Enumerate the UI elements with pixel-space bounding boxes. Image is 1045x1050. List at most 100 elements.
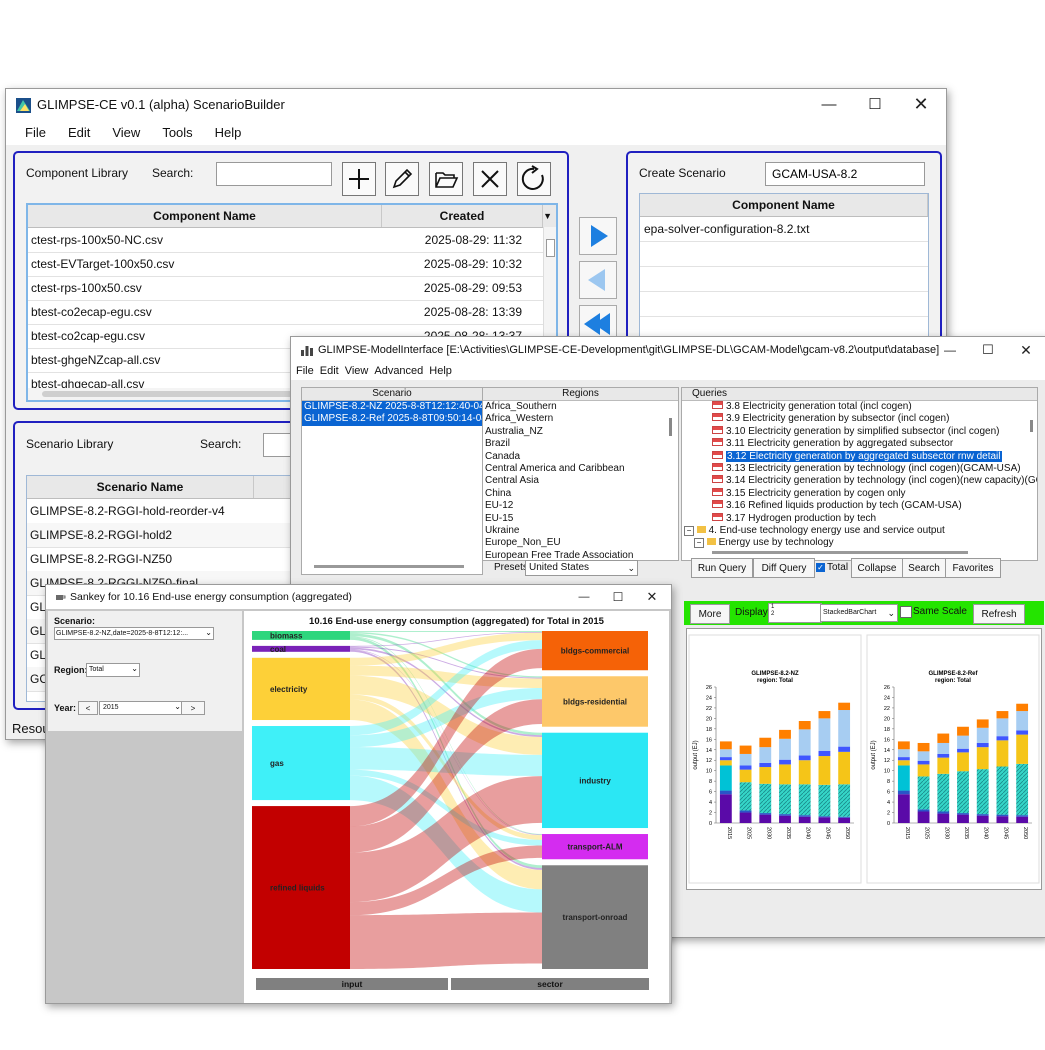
bar-segment xyxy=(996,736,1009,741)
queries-scrollbar[interactable] xyxy=(1030,420,1033,432)
bar-segment xyxy=(759,813,772,815)
remove-from-scenario-button[interactable] xyxy=(579,261,617,299)
minimize-button[interactable]: — xyxy=(567,585,601,609)
add-component-button[interactable] xyxy=(342,162,376,196)
bar-segment xyxy=(917,742,930,752)
list-item[interactable]: Canada xyxy=(485,451,678,463)
query-subfolder[interactable]: − Energy use by technology xyxy=(682,537,1037,549)
close-button[interactable]: ✕ xyxy=(898,89,944,119)
same-scale-checkbox[interactable] xyxy=(900,606,912,618)
table-row[interactable]: ctest-rps-100x50.csv 2025-08-29: 09:53 xyxy=(28,276,544,301)
list-item[interactable]: China xyxy=(485,488,678,500)
list-item[interactable]: Central Asia xyxy=(485,475,678,487)
list-item[interactable]: EU-12 xyxy=(485,500,678,512)
model-title-bar[interactable]: GLIMPSE-ModelInterface [E:\Activities\GL… xyxy=(291,337,1045,363)
table-row[interactable]: ctest-rps-100x50-NC.csv 2025-08-29: 11:32 xyxy=(28,228,544,253)
scenario-list-hscroll[interactable] xyxy=(314,565,464,568)
column-component-name[interactable]: Component Name xyxy=(28,205,382,227)
collapse-icon[interactable]: − xyxy=(684,525,694,536)
maximize-button[interactable]: ☐ xyxy=(852,89,898,119)
refresh-component-button[interactable] xyxy=(517,162,551,196)
menu-edit[interactable]: Edit xyxy=(317,363,342,380)
list-item[interactable]: Africa_Southern xyxy=(485,401,678,413)
chart-type-dropdown[interactable]: StackedBarChart ⌄ xyxy=(820,604,898,622)
menu-help[interactable]: Help xyxy=(204,121,253,145)
display-label: Display xyxy=(735,607,768,618)
query-item[interactable]: 3.16 Refined liquids production by tech … xyxy=(682,500,1037,512)
refresh-button[interactable]: Refresh xyxy=(973,604,1025,624)
collapse-icon[interactable]: − xyxy=(694,538,704,549)
component-search-input[interactable] xyxy=(216,162,332,186)
table-row[interactable]: ctest-EVTarget-100x50.csv 2025-08-29: 10:… xyxy=(28,252,544,277)
presets-dropdown[interactable]: United States ⌄ xyxy=(525,560,638,576)
query-item[interactable]: 3.14 Electricity generation by technolog… xyxy=(682,475,1037,487)
list-item[interactable]: Ukraine xyxy=(485,525,678,537)
table-row[interactable]: epa-solver-configuration-8.2.txt xyxy=(640,217,928,242)
list-item[interactable]: GLIMPSE-8.2-NZ 2025-8-8T12:12:40-04:00 xyxy=(302,401,482,414)
next-year-button[interactable]: > xyxy=(181,701,205,715)
list-item[interactable]: GLIMPSE-8.2-Ref 2025-8-8T09:50:14-04:00 xyxy=(302,413,482,426)
delete-component-button[interactable] xyxy=(473,162,507,196)
year-dropdown[interactable]: 2015 ⌄ xyxy=(99,701,183,715)
search-button[interactable]: Search xyxy=(902,558,946,578)
query-item[interactable]: 3.12 Electricity generation by aggregate… xyxy=(682,450,1037,463)
close-button[interactable]: ✕ xyxy=(635,585,669,609)
add-to-scenario-button[interactable] xyxy=(579,217,617,255)
query-item[interactable]: 3.10 Electricity generation by simplifie… xyxy=(682,425,1037,438)
favorites-button[interactable]: Favorites xyxy=(945,558,1001,578)
table-row[interactable]: btest-co2ecap-egu.csv 2025-08-28: 13:39 xyxy=(28,300,544,325)
open-folder-button[interactable] xyxy=(429,162,463,196)
pencil-icon xyxy=(392,168,413,189)
list-item[interactable]: Central America and Caribbean xyxy=(485,463,678,475)
checkbox-checked-icon[interactable]: ✓ xyxy=(815,562,825,572)
minimize-button[interactable]: — xyxy=(806,89,852,119)
prev-year-button[interactable]: < xyxy=(78,701,98,715)
menu-edit[interactable]: Edit xyxy=(57,121,101,145)
column-created[interactable]: Created xyxy=(382,205,543,227)
bar-segment xyxy=(818,718,831,751)
query-item[interactable]: 3.8 Electricity generation total (incl c… xyxy=(682,401,1037,413)
maximize-button[interactable]: ☐ xyxy=(601,585,635,609)
bar-segment xyxy=(739,745,752,754)
query-item[interactable]: 3.15 Electricity generation by cogen onl… xyxy=(682,487,1037,500)
close-button[interactable]: ✕ xyxy=(1003,337,1045,363)
y-tick-label: 16 xyxy=(884,737,890,743)
queries-hscroll[interactable] xyxy=(712,551,968,554)
run-query-button[interactable]: Run Query xyxy=(691,558,753,578)
query-folder[interactable]: − 4. End-use technology energy use and s… xyxy=(682,525,1037,537)
list-item[interactable]: Europe_Non_EU xyxy=(485,537,678,549)
menu-tools[interactable]: Tools xyxy=(151,121,203,145)
more-button[interactable]: More xyxy=(690,604,730,624)
column-component-name-2[interactable]: Component Name xyxy=(640,194,928,216)
menu-view[interactable]: View xyxy=(342,363,372,380)
column-scenario-name[interactable]: Scenario Name xyxy=(27,476,254,498)
sort-down-icon[interactable]: ▼ xyxy=(543,211,552,221)
query-item[interactable]: 3.9 Electricity generation by subsector … xyxy=(682,413,1037,425)
query-item[interactable]: 3.13 Electricity generation by technolog… xyxy=(682,462,1037,475)
menu-file[interactable]: File xyxy=(293,363,317,380)
sankey-flow xyxy=(350,912,542,969)
menu-file[interactable]: File xyxy=(14,121,57,145)
regions-scrollbar[interactable] xyxy=(669,418,672,436)
menu-help[interactable]: Help xyxy=(426,363,455,380)
collapse-button[interactable]: Collapse xyxy=(851,558,903,578)
scenario-name-input[interactable] xyxy=(765,162,925,186)
query-item[interactable]: 3.17 Hydrogen production by tech xyxy=(682,512,1037,525)
list-item[interactable]: EU-15 xyxy=(485,513,678,525)
edit-component-button[interactable] xyxy=(385,162,419,196)
list-item[interactable]: Australia_NZ xyxy=(485,426,678,438)
region-dropdown[interactable]: Total ⌄ xyxy=(86,663,140,677)
list-item[interactable]: Africa_Western xyxy=(485,413,678,425)
diff-query-button[interactable]: Diff Query xyxy=(753,558,815,578)
menu-advanced[interactable]: Advanced xyxy=(371,363,426,380)
total-checkbox-wrap[interactable]: ✓ Total xyxy=(813,558,851,576)
sankey-title-bar[interactable]: Sankey for 10.16 End-use energy consumpt… xyxy=(46,585,671,609)
display-input[interactable]: 12 xyxy=(768,603,822,623)
builder-title-bar[interactable]: GLIMPSE-CE v0.1 (alpha) ScenarioBuilder … xyxy=(6,89,946,121)
list-item[interactable]: Brazil xyxy=(485,438,678,450)
scenario-dropdown[interactable]: GLIMPSE-8.2-NZ,date=2025-8-8T12:12:... ⌄ xyxy=(54,627,214,640)
bar-segment xyxy=(838,816,851,818)
menu-view[interactable]: View xyxy=(101,121,151,145)
query-item[interactable]: 3.11 Electricity generation by aggregate… xyxy=(682,438,1037,450)
y-tick-label: 22 xyxy=(884,706,890,712)
